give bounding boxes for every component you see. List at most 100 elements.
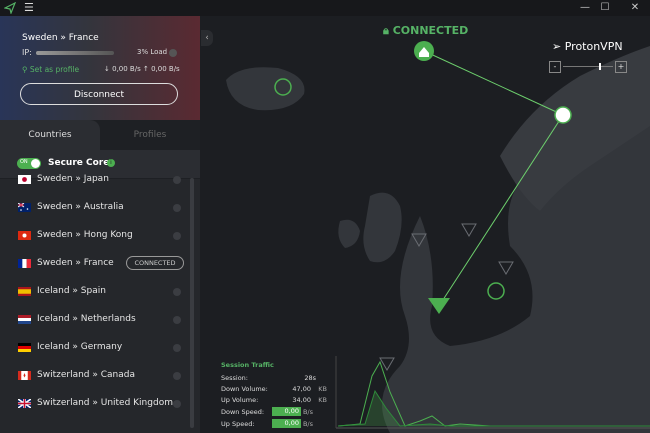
list-item[interactable]: Sweden » Australia <box>0 194 190 222</box>
tab-profiles[interactable]: Profiles <box>100 120 200 150</box>
japan-flag-icon <box>18 175 31 184</box>
route-line <box>423 50 564 116</box>
brand-name: ProtonVPN <box>564 40 623 53</box>
server-list-scrollbar[interactable] <box>190 178 194 428</box>
server-options-icon[interactable] <box>173 176 181 184</box>
server-label: Sweden » Australia <box>37 202 124 212</box>
set-as-profile-label: Set as profile <box>29 65 80 74</box>
traffic-label: Up Speed: <box>221 420 255 428</box>
server-options-icon[interactable] <box>173 372 181 380</box>
server-label: Sweden » Hong Kong <box>37 230 133 240</box>
traffic-row-down-volume: Down Volume: 47,00 KB <box>221 385 327 395</box>
traffic-unit: B/s <box>302 420 313 428</box>
traffic-row-up-speed: Up Speed: 0,00 B/s <box>221 419 321 430</box>
zoom-in-button[interactable]: + <box>615 61 627 73</box>
server-options-icon[interactable] <box>173 316 181 324</box>
great-britain-landmass <box>363 192 402 263</box>
connection-status: 🔒︎ CONNECTED <box>383 24 468 38</box>
map-canvas <box>226 41 650 433</box>
server-label: Switzerland » United Kingdom <box>37 398 173 408</box>
list-item[interactable]: Sweden » Hong Kong <box>0 222 190 250</box>
list-item[interactable]: Iceland » Spain <box>0 278 190 306</box>
load-indicator-icon <box>169 49 177 57</box>
ip-label: IP: <box>22 48 32 57</box>
server-options-icon[interactable] <box>173 232 181 240</box>
lock-icon: 🔒︎ <box>383 24 389 37</box>
sweden-marker-icon[interactable] <box>554 106 572 124</box>
iceland-landmass <box>226 67 305 111</box>
list-item[interactable]: Switzerland » Canada <box>0 362 190 390</box>
zoom-slider-thumb[interactable] <box>599 63 601 70</box>
session-traffic-title: Session Traffic <box>221 361 274 369</box>
close-button[interactable]: ✕ <box>626 1 644 15</box>
connection-title: Sweden » France <box>22 33 99 43</box>
connection-panel: Sweden » France IP: 3% Load ⚲ Set as pro… <box>0 16 200 120</box>
traffic-row-session: Session: 28s <box>221 374 321 384</box>
zoom-control: - + <box>549 61 627 73</box>
download-speed: 0,00 B/s <box>112 65 141 73</box>
list-item[interactable]: Iceland » Germany <box>0 334 190 362</box>
traffic-value: 34,00 <box>292 396 311 404</box>
world-map[interactable] <box>200 16 650 433</box>
server-options-icon[interactable] <box>173 204 181 212</box>
toggle-state-label: ON <box>20 159 28 165</box>
set-as-profile-link[interactable]: ⚲ Set as profile <box>22 65 79 74</box>
switzerland-marker-icon[interactable] <box>487 282 505 300</box>
traffic-unit: B/s <box>302 408 313 416</box>
traffic-label: Down Volume: <box>221 385 268 393</box>
germany-flag-icon <box>18 343 31 352</box>
tab-countries[interactable]: Countries <box>0 120 100 150</box>
traffic-unit: KB <box>318 396 327 404</box>
upload-speed: 0,00 B/s <box>151 65 180 73</box>
server-label: Switzerland » Canada <box>37 370 135 380</box>
canada-flag-icon <box>18 371 31 380</box>
traffic-value: 28s <box>304 374 316 382</box>
protonvpn-arrow-icon: ➢ <box>552 40 562 53</box>
server-label: Iceland » Germany <box>37 342 123 352</box>
server-options-icon[interactable] <box>173 288 181 296</box>
connected-badge: CONNECTED <box>126 256 184 270</box>
hong-kong-flag-icon <box>18 231 31 240</box>
traffic-value: 0,00 <box>272 407 301 416</box>
brand-logo: ➢ ProtonVPN <box>552 40 623 53</box>
spain-flag-icon <box>18 287 31 296</box>
list-item[interactable]: Sweden » France CONNECTED <box>0 250 190 278</box>
traffic-row-down-speed: Down Speed: 0,00 B/s <box>221 407 321 418</box>
united-kingdom-flag-icon <box>18 399 31 408</box>
server-label: Sweden » Japan <box>37 174 109 184</box>
traffic-row-up-volume: Up Volume: 34,00 KB <box>221 396 327 406</box>
germany-marker-icon[interactable] <box>498 261 514 275</box>
disconnect-button[interactable]: Disconnect <box>20 83 178 105</box>
title-bar: ☰ — ☐ ✕ <box>0 0 650 16</box>
hamburger-menu-icon[interactable]: ☰ <box>24 1 34 15</box>
traffic-label: Session: <box>221 374 248 382</box>
server-options-icon[interactable] <box>173 344 181 352</box>
traffic-unit: KB <box>318 385 327 393</box>
server-label: Sweden » France <box>37 258 114 268</box>
upload-arrow-icon: ↑ <box>142 65 149 73</box>
list-item[interactable]: Switzerland » United Kingdom <box>0 390 190 418</box>
traffic-label: Down Speed: <box>221 408 265 416</box>
tab-bar: Countries Profiles <box>0 120 200 150</box>
server-options-icon[interactable] <box>173 400 181 408</box>
connection-status-label: CONNECTED <box>392 24 469 37</box>
australia-flag-icon <box>18 203 31 212</box>
ip-address-redacted <box>36 51 114 55</box>
server-label: Iceland » Netherlands <box>37 314 136 324</box>
server-label: Iceland » Spain <box>37 286 106 296</box>
speed-indicator: ↓ 0,00 B/s ↑ 0,00 B/s <box>104 65 180 73</box>
list-item[interactable]: Iceland » Netherlands <box>0 306 190 334</box>
collapse-sidebar-button[interactable]: ‹ <box>201 30 213 46</box>
maximize-button[interactable]: ☐ <box>596 1 614 15</box>
server-load: 3% Load <box>137 48 168 56</box>
traffic-value: 47,00 <box>292 385 311 393</box>
list-item[interactable]: Sweden » Japan <box>0 166 190 194</box>
france-flag-icon <box>18 259 31 268</box>
protonvpn-logo-icon <box>4 2 16 14</box>
netherlands-marker-icon[interactable] <box>461 223 477 237</box>
minimize-button[interactable]: — <box>576 1 594 15</box>
zoom-track[interactable] <box>563 66 613 67</box>
netherlands-flag-icon <box>18 315 31 324</box>
zoom-out-button[interactable]: - <box>549 61 561 73</box>
map-pin-icon: ⚲ <box>22 65 28 74</box>
